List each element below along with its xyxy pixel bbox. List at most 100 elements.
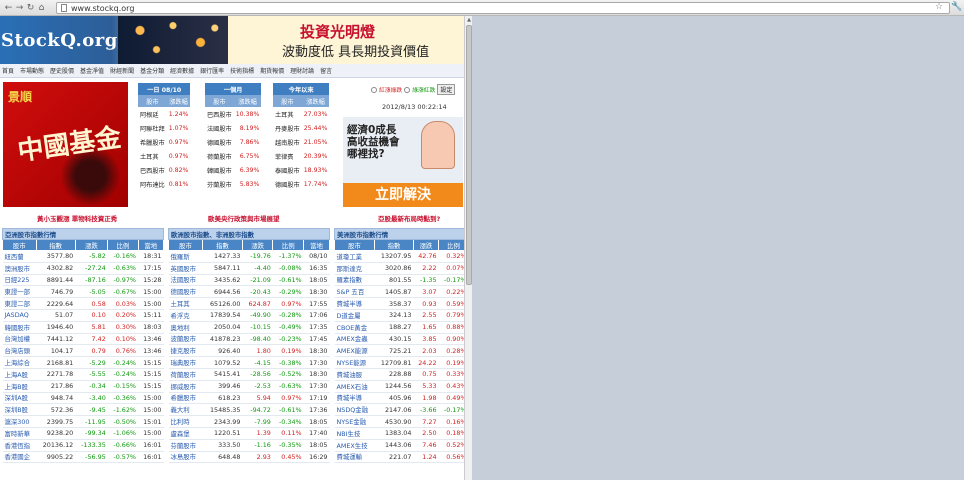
scroll-up-icon[interactable]: ▲: [466, 17, 472, 23]
market-name-link[interactable]: NYSE能源: [334, 356, 375, 369]
market-name-link[interactable]: 台灣店頭: [2, 344, 37, 358]
back-icon[interactable]: ←: [3, 1, 14, 15]
income-ad[interactable]: 經濟0成長 高收益機會 哪裡找? 立即解決: [343, 117, 463, 207]
ranking-market-name[interactable]: 阿根廷: [138, 107, 167, 121]
menu-item[interactable]: 財經新聞: [110, 66, 134, 75]
fund-ad-image[interactable]: 景順 中國基金: [3, 82, 128, 207]
ranking-market-name[interactable]: 土耳其: [273, 107, 302, 121]
forward-icon[interactable]: →: [14, 1, 25, 15]
market-name-link[interactable]: 挪威股市: [168, 380, 203, 393]
market-name-link[interactable]: S&P 五百: [334, 285, 375, 299]
menu-item[interactable]: 經濟數據: [170, 66, 194, 75]
menu-item[interactable]: 留言: [320, 66, 332, 75]
market-name-link[interactable]: 比利時: [168, 415, 203, 428]
market-name-link[interactable]: 紐西蘭: [2, 250, 37, 263]
market-name-link[interactable]: 東證一部: [2, 285, 37, 299]
banner-ad-subtitle[interactable]: 波動度低 具長期投資價值: [282, 41, 429, 60]
market-name-link[interactable]: 波蘭股市: [168, 333, 203, 346]
ranking-market-name[interactable]: 阿布達比: [138, 177, 167, 191]
market-name-link[interactable]: 希浮克: [168, 309, 203, 322]
market-name-link[interactable]: 香港恆指: [2, 439, 37, 452]
ranking-market-name[interactable]: 德國股市: [205, 135, 234, 149]
market-name-link[interactable]: 日經225: [2, 274, 37, 287]
ranking-market-name[interactable]: 芬蘭股市: [205, 177, 234, 191]
market-name-link[interactable]: 俄羅斯: [168, 250, 203, 263]
market-name-link[interactable]: 瑞典股市: [168, 356, 203, 369]
ranking-market-name[interactable]: 土耳其: [138, 149, 167, 163]
market-name-link[interactable]: 法國股市: [168, 274, 203, 287]
menu-item[interactable]: 期貨報價: [260, 66, 284, 75]
market-name-link[interactable]: 上海A股: [2, 368, 37, 381]
market-name-link[interactable]: 富時新華: [2, 427, 37, 440]
market-name-link[interactable]: CBOE黃金: [334, 321, 375, 334]
market-name-link[interactable]: 羅素指數: [334, 274, 375, 287]
radio-green-up[interactable]: [404, 86, 411, 93]
market-name-link[interactable]: AMEX生技: [334, 439, 375, 452]
market-name-link[interactable]: 費城運輸: [334, 451, 375, 464]
ranking-market-name[interactable]: 泰國股市: [273, 163, 302, 177]
reload-icon[interactable]: ↻: [25, 1, 36, 15]
ranking-market-name[interactable]: 韓國股市: [205, 163, 234, 177]
market-name-link[interactable]: 芬蘭股市: [168, 439, 203, 452]
ranking-market-name[interactable]: 法國股市: [205, 121, 234, 135]
market-name-link[interactable]: 義大利: [168, 403, 203, 417]
market-name-link[interactable]: 韓國股市: [2, 321, 37, 334]
market-name-link[interactable]: JASDAQ: [2, 309, 37, 322]
menu-item[interactable]: 基金分類: [140, 66, 164, 75]
market-name-link[interactable]: 香港國企: [2, 451, 37, 464]
market-name-link[interactable]: NSDQ金融: [334, 403, 375, 417]
ranking-market-name[interactable]: 荷蘭股市: [205, 149, 234, 163]
settings-button[interactable]: 設定: [437, 84, 456, 95]
address-bar[interactable]: www.stockq.org: [56, 2, 950, 14]
ranking-market-name[interactable]: 希臘股市: [138, 135, 167, 149]
ranking-market-name[interactable]: 菲律賓: [273, 149, 302, 163]
wrench-icon[interactable]: 🔧: [951, 2, 962, 12]
market-name-link[interactable]: AMEX金蟲: [334, 333, 375, 346]
market-name-link[interactable]: 深圳B股: [2, 403, 37, 417]
market-name-link[interactable]: 荷蘭股市: [168, 368, 203, 381]
market-name-link[interactable]: 費城半導: [334, 392, 375, 405]
market-name-link[interactable]: 奧地利: [168, 321, 203, 334]
market-name-link[interactable]: 費城油服: [334, 368, 375, 381]
market-name-link[interactable]: 澳洲股市: [2, 262, 37, 275]
market-name-link[interactable]: 英國股市: [168, 262, 203, 275]
ranking-market-name[interactable]: 巴西股市: [138, 163, 167, 177]
market-name-link[interactable]: 滬深300: [2, 415, 37, 428]
menu-item[interactable]: 市場動態: [20, 66, 44, 75]
market-name-link[interactable]: 台灣加權: [2, 333, 37, 346]
market-name-link[interactable]: 上海B股: [2, 380, 37, 393]
market-name-link[interactable]: 費城半導: [334, 297, 375, 310]
market-name-link[interactable]: AMEX能源: [334, 344, 375, 358]
market-name-link[interactable]: 深圳A股: [2, 392, 37, 405]
ranking-market-name[interactable]: 巴西股市: [205, 107, 234, 121]
market-name-link[interactable]: 東證二部: [2, 297, 37, 310]
radio-red-up[interactable]: [371, 86, 377, 93]
menu-item[interactable]: 理財討論: [290, 66, 314, 75]
ranking-market-name[interactable]: 丹麥股市: [273, 121, 302, 135]
market-name-link[interactable]: 土耳其: [168, 297, 203, 310]
news-link-2[interactable]: 歐美央行政策與市場展望: [208, 213, 280, 223]
market-name-link[interactable]: 捷克股市: [168, 344, 203, 358]
menu-item[interactable]: 首頁: [2, 66, 14, 75]
bookmark-star-icon[interactable]: ☆: [935, 2, 943, 12]
ranking-market-name[interactable]: 德國股市: [273, 177, 302, 191]
scrollbar-thumb[interactable]: [466, 25, 472, 285]
market-name-link[interactable]: 上海綜合: [2, 356, 37, 369]
market-name-link[interactable]: 盧森堡: [168, 427, 203, 440]
market-name-link[interactable]: D道金屬: [334, 309, 375, 322]
market-name-link[interactable]: 那斯達克: [334, 262, 375, 275]
banner-ad-title[interactable]: 投資光明燈: [300, 21, 375, 42]
market-name-link[interactable]: 希臘股市: [168, 392, 203, 405]
market-name-link[interactable]: AMEX石油: [334, 380, 375, 393]
market-name-link[interactable]: NYSE金融: [334, 415, 375, 428]
ranking-market-name[interactable]: 阿聯杜拜: [138, 121, 167, 135]
menu-item[interactable]: 銀行匯率: [200, 66, 224, 75]
market-name-link[interactable]: NBI生技: [334, 427, 375, 440]
menu-item[interactable]: 技術指標: [230, 66, 254, 75]
ranking-market-name[interactable]: 越南股市: [273, 135, 302, 149]
vertical-scrollbar[interactable]: ▲: [464, 16, 472, 480]
site-logo[interactable]: StockQ.org: [1, 30, 118, 51]
solve-now-button[interactable]: 立即解決: [343, 183, 463, 207]
market-name-link[interactable]: 冰島股市: [168, 451, 203, 464]
menu-item[interactable]: 歷史股價: [50, 66, 74, 75]
